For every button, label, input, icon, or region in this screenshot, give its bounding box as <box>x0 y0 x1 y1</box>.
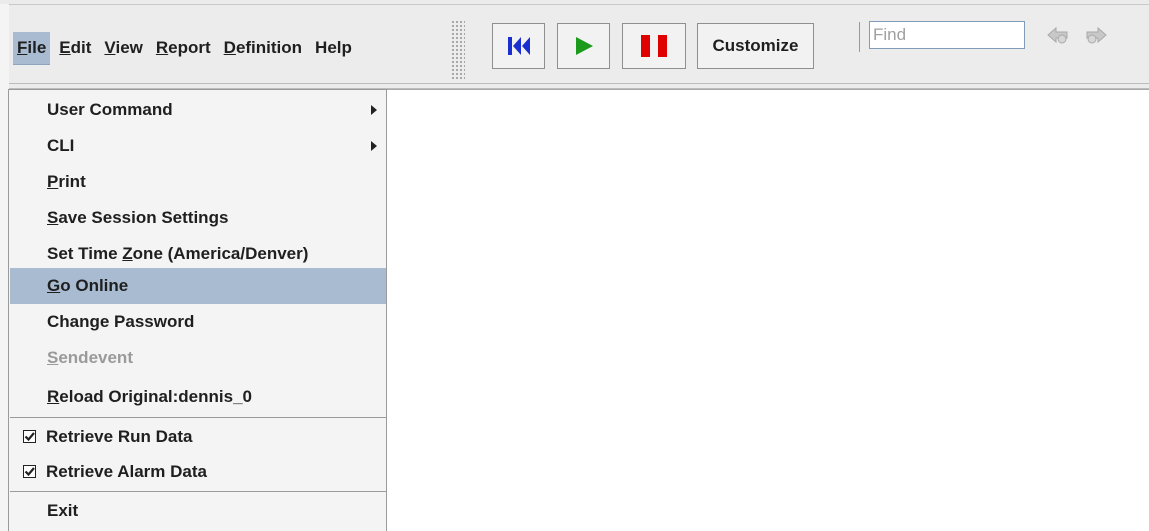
menu-item-sendevent: Sendevent <box>47 348 133 367</box>
menu-report[interactable]: Report <box>152 32 215 64</box>
rewind-icon <box>507 37 530 55</box>
menu-item-set-time-zone[interactable]: Set Time Zone (America/Denver) <box>10 236 386 272</box>
menu-item-go-online[interactable]: Go Online <box>10 268 386 304</box>
menu-bar: File Edit View Report Definition Help <box>13 31 361 65</box>
submenu-arrow-icon <box>371 105 377 115</box>
menu-item-retrieve-run-data[interactable]: Retrieve Run Data <box>10 419 386 455</box>
menu-item-reload-original[interactable]: Reload Original:dennis_0 <box>10 379 386 415</box>
customize-button[interactable]: Customize <box>697 23 814 69</box>
menu-item-change-password[interactable]: Change Password <box>10 304 386 340</box>
menu-item-cli[interactable]: CLI <box>10 128 386 164</box>
menu-help[interactable]: Help <box>311 32 356 64</box>
menu-edit[interactable]: Edit <box>55 32 95 64</box>
submenu-arrow-icon <box>371 141 377 151</box>
menu-toolbar-area: File Edit View Report Definition Help Cu… <box>9 5 1149 90</box>
checkbox-checked-icon <box>23 430 36 443</box>
toolbar-grip-handle[interactable] <box>451 20 465 80</box>
menu-definition[interactable]: Definition <box>220 32 306 64</box>
file-menu-dropdown: User Command CLI Print Save Session Sett… <box>8 89 387 531</box>
play-icon <box>575 37 593 55</box>
pause-icon <box>641 35 667 57</box>
rewind-button[interactable] <box>492 23 545 69</box>
menu-separator <box>10 417 386 418</box>
menu-file[interactable]: File <box>13 32 51 64</box>
menu-view[interactable]: View <box>100 32 146 64</box>
menu-item-save-session-settings[interactable]: Save Session Settings <box>10 200 386 236</box>
find-input[interactable]: Find <box>869 21 1025 49</box>
pause-button[interactable] <box>622 23 686 69</box>
menu-item-print[interactable]: Print <box>10 164 386 200</box>
find-previous-icon[interactable] <box>1045 22 1071 48</box>
menu-item-retrieve-alarm-data[interactable]: Retrieve Alarm Data <box>10 454 386 490</box>
find-next-icon[interactable] <box>1083 22 1109 48</box>
menu-separator <box>10 491 386 492</box>
menu-item-user-command[interactable]: User Command <box>10 92 386 128</box>
checkbox-checked-icon <box>23 465 36 478</box>
menu-item-exit[interactable]: Exit <box>10 493 386 529</box>
toolbar-separator <box>859 22 860 52</box>
play-button[interactable] <box>557 23 610 69</box>
